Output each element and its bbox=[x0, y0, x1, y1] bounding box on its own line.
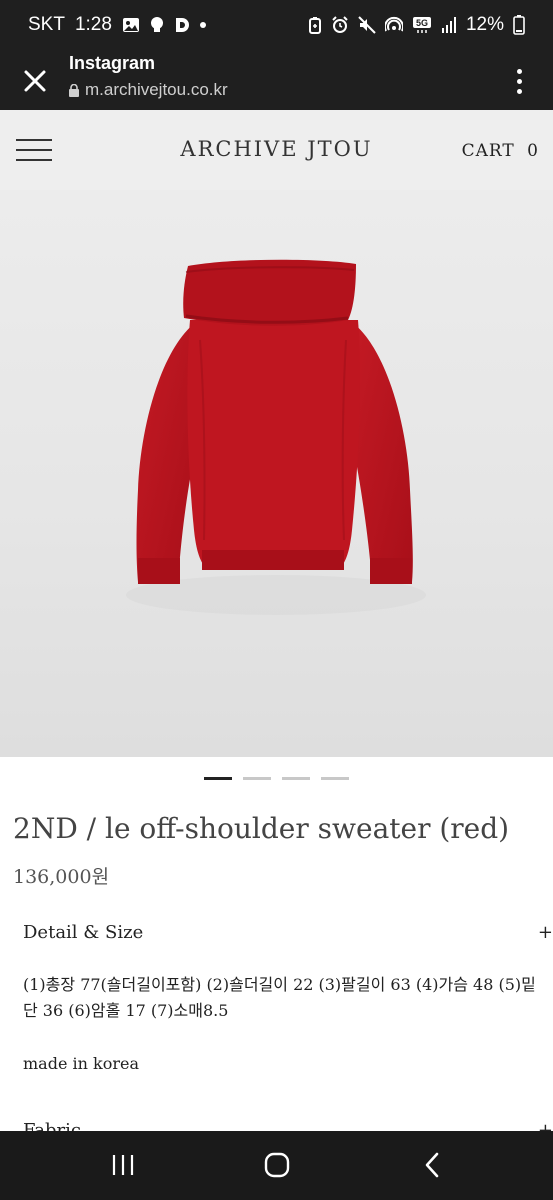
browser-url[interactable]: m.archivejtou.co.kr bbox=[69, 80, 228, 100]
product-image[interactable] bbox=[0, 190, 553, 757]
system-navigation-bar bbox=[0, 1131, 553, 1200]
clock: 1:28 bbox=[74, 14, 112, 35]
detail-size-toggle[interactable]: Detail & Size + bbox=[23, 922, 553, 943]
hotspot-icon bbox=[384, 16, 403, 34]
site-header: ARCHIVE JTOU CART 0 bbox=[0, 110, 553, 190]
bulb-icon bbox=[150, 16, 164, 34]
back-button[interactable] bbox=[412, 1149, 452, 1181]
in-app-browser-bar: Instagram m.archivejtou.co.kr bbox=[0, 50, 553, 110]
recent-apps-button[interactable] bbox=[103, 1149, 143, 1181]
cart-link[interactable]: CART 0 bbox=[462, 141, 539, 161]
carrier-label: SKT bbox=[28, 14, 65, 35]
detail-size-heading: Detail & Size bbox=[23, 922, 144, 943]
back-icon bbox=[425, 1152, 439, 1178]
product-price: 136,000원 bbox=[13, 866, 110, 888]
close-browser-button[interactable] bbox=[18, 64, 52, 98]
browser-url-text: m.archivejtou.co.kr bbox=[85, 80, 228, 99]
alarm-icon bbox=[331, 16, 349, 34]
size-detail-text: (1)총장 77(숄더길이포함) (2)숄더길이 22 (3)팔길이 63 (4… bbox=[23, 975, 536, 1020]
gallery-icon bbox=[122, 16, 140, 34]
browser-menu-button[interactable] bbox=[507, 64, 531, 98]
battery-saver-icon bbox=[308, 16, 322, 34]
made-in-text: made in korea bbox=[23, 1054, 139, 1073]
home-icon bbox=[264, 1152, 290, 1178]
lock-icon bbox=[69, 83, 79, 97]
browser-title: Instagram bbox=[69, 53, 156, 73]
more-vert-icon bbox=[516, 68, 522, 74]
svg-text:5G: 5G bbox=[416, 18, 428, 28]
battery-percent: 12% bbox=[465, 14, 504, 35]
recent-apps-icon bbox=[112, 1155, 134, 1175]
carousel-dot-4[interactable] bbox=[321, 777, 349, 780]
status-right: 5G 12% bbox=[308, 14, 525, 36]
close-icon bbox=[24, 70, 46, 92]
carousel-dot-1[interactable] bbox=[204, 777, 232, 780]
cart-count: 0 bbox=[527, 141, 539, 161]
carousel-dot-2[interactable] bbox=[243, 777, 271, 780]
carousel-indicators bbox=[0, 777, 553, 780]
cart-label: CART bbox=[461, 141, 515, 161]
expand-plus-icon: + bbox=[537, 922, 553, 943]
status-bar: SKT 1:28 5G 12% bbox=[0, 0, 553, 50]
5g-icon: 5G bbox=[412, 16, 432, 34]
status-left: SKT 1:28 bbox=[28, 14, 206, 36]
home-button[interactable] bbox=[257, 1149, 297, 1181]
d-app-icon bbox=[174, 16, 190, 34]
battery-icon bbox=[513, 15, 525, 35]
sweater-illustration bbox=[126, 259, 426, 615]
mute-icon bbox=[358, 16, 376, 34]
carousel-dot-3[interactable] bbox=[282, 777, 310, 780]
signal-icon bbox=[441, 16, 457, 34]
more-dot-icon bbox=[199, 22, 206, 28]
product-title: 2ND / le off-shoulder sweater (red) bbox=[13, 812, 510, 845]
